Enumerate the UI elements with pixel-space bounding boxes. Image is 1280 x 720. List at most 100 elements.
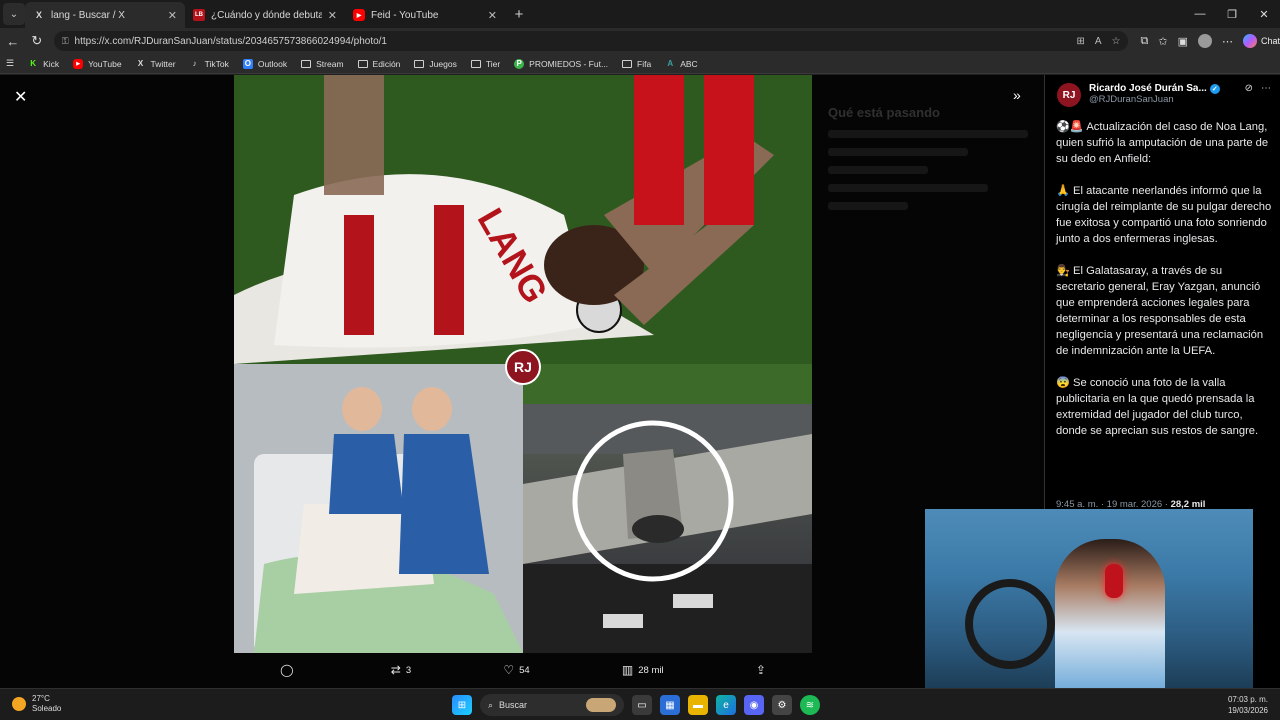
favorite-star-icon[interactable]: ☆ bbox=[1112, 36, 1121, 47]
x-logo-icon: X bbox=[35, 10, 42, 20]
webcam-overlay bbox=[925, 509, 1253, 694]
tab-title: lang - Buscar / X bbox=[51, 9, 125, 21]
x-logo-icon: X bbox=[137, 59, 144, 68]
photo-hospital bbox=[234, 364, 523, 653]
tab-title: ¿Cuándo y dónde debutaría River bbox=[211, 9, 322, 21]
tweet-paragraph: ⚽🚨 Actualización del caso de Noa Lang, q… bbox=[1056, 121, 1269, 165]
minimize-icon[interactable]: — bbox=[1184, 0, 1216, 28]
tab-title: Feid - YouTube bbox=[371, 9, 439, 21]
views-button[interactable]: ▥ 28 mil bbox=[622, 663, 664, 677]
favorites-icon[interactable]: ✩ bbox=[1158, 35, 1167, 48]
view-count: 28 mil bbox=[638, 664, 664, 676]
tweet-photo[interactable]: LANG RJ bbox=[234, 75, 812, 653]
bookmark-folder-stream[interactable]: Stream bbox=[301, 59, 344, 69]
close-window-icon[interactable]: ✕ bbox=[1248, 0, 1280, 28]
retweet-button[interactable]: ⇄ 3 bbox=[391, 663, 411, 677]
author-name[interactable]: Ricardo José Durán Sa... bbox=[1089, 83, 1207, 94]
youtube-icon: ▶ bbox=[353, 9, 365, 21]
bookmark-outlook[interactable]: O Outlook bbox=[242, 58, 287, 69]
bookmark-label: Tier bbox=[485, 58, 501, 69]
bookmark-label: Kick bbox=[43, 58, 60, 69]
more-options-icon[interactable]: ⋯ bbox=[1222, 35, 1233, 48]
bookmark-kick[interactable]: K Kick bbox=[28, 59, 59, 69]
discord-icon[interactable]: ◉ bbox=[744, 695, 764, 715]
author-handle[interactable]: @RJDuranSanJuan bbox=[1089, 94, 1237, 105]
search-placeholder: Buscar bbox=[499, 700, 528, 710]
headset-light bbox=[1105, 564, 1123, 598]
steam-icon[interactable]: ⚙ bbox=[772, 695, 792, 715]
extensions-icon[interactable]: ⧉ bbox=[1140, 35, 1148, 48]
bookmark-twitter[interactable]: X Twitter bbox=[136, 59, 176, 69]
share-button[interactable]: ⇪ bbox=[756, 663, 766, 677]
site-info-icon[interactable]: ⚿ bbox=[62, 36, 69, 47]
edge-browser-icon[interactable]: e bbox=[716, 695, 736, 715]
more-options-icon[interactable]: ⋯ bbox=[1261, 83, 1271, 107]
bookmarks-bar: ☰ K Kick ▶ YouTube X Twitter ♪ TikTok O Outlo… bbox=[0, 54, 1280, 74]
like-button[interactable]: ♡ 54 bbox=[503, 663, 529, 677]
grok-icon[interactable]: ⊘ bbox=[1245, 83, 1253, 107]
url-text[interactable]: https://x.com/RJDuranSanJuan/status/2034… bbox=[75, 36, 1067, 47]
bookmark-folder-fifa[interactable]: Fifa bbox=[622, 59, 651, 69]
bookmark-youtube[interactable]: ▶ YouTube bbox=[73, 58, 122, 69]
hospital-illustration bbox=[234, 364, 523, 653]
close-tab-icon[interactable]: ✕ bbox=[328, 9, 337, 22]
author-avatar[interactable]: RJ bbox=[1057, 83, 1081, 107]
collapse-sidebar-icon[interactable]: » bbox=[1013, 87, 1021, 103]
windows-start-icon[interactable]: ⊞ bbox=[452, 695, 472, 715]
tweet-paragraph: 🙏 El atacante neerlandés informó que la … bbox=[1056, 185, 1272, 245]
trends-heading: Qué está pasando bbox=[828, 105, 940, 120]
player-illustration: LANG bbox=[234, 75, 812, 364]
photo-player-on-pitch: LANG bbox=[234, 75, 812, 364]
copilot-icon bbox=[1242, 34, 1257, 48]
read-aloud-icon[interactable]: A bbox=[1095, 36, 1102, 47]
clock-date: 19/03/2026 bbox=[1227, 706, 1268, 715]
close-photo-icon[interactable]: ✕ bbox=[14, 87, 27, 107]
verified-badge-icon: ✓ bbox=[1209, 83, 1220, 94]
tab-x-search[interactable]: X lang - Buscar / X ✕ bbox=[25, 2, 185, 28]
profile-avatar[interactable] bbox=[1197, 34, 1212, 48]
store-icon[interactable]: ▦ bbox=[660, 695, 680, 715]
bookmark-label: YouTube bbox=[88, 58, 122, 69]
bookmarks-menu-icon[interactable]: ☰ bbox=[6, 58, 14, 69]
back-icon[interactable]: ← bbox=[2, 34, 24, 49]
address-bar[interactable]: ⚿ https://x.com/RJDuranSanJuan/status/20… bbox=[53, 31, 1129, 51]
address-bar-row: ← ↻ ⚿ https://x.com/RJDuranSanJuan/statu… bbox=[0, 28, 1280, 54]
tab-youtube[interactable]: ▶ Feid - YouTube ✕ bbox=[345, 2, 505, 28]
file-explorer-icon[interactable]: ▬ bbox=[688, 695, 708, 715]
windows-taskbar: 27°C Soleado ⊞ ⌕ Buscar ▭ ▦ ▬ e ◉ ⚙ ≋ 07… bbox=[0, 688, 1280, 720]
streamer bbox=[1055, 539, 1165, 694]
copilot-button[interactable]: Chat bbox=[1242, 34, 1280, 48]
bookmark-promiedos[interactable]: P PROMIEDOS - Fut... bbox=[514, 58, 608, 69]
weather-widget[interactable]: 27°C Soleado bbox=[12, 694, 61, 714]
sunny-icon bbox=[12, 697, 26, 711]
tiktok-icon: ♪ bbox=[192, 59, 197, 68]
bookmark-label: Juegos bbox=[429, 58, 457, 69]
tab-strip: ⌄ X lang - Buscar / X ✕ LB ¿Cuándo y dón… bbox=[0, 0, 1280, 28]
tab-actions-menu-button[interactable]: ⌄ bbox=[3, 3, 25, 25]
reply-button[interactable]: ◯ bbox=[280, 663, 298, 677]
refresh-icon[interactable]: ↻ bbox=[26, 33, 48, 49]
folder-icon bbox=[414, 59, 425, 68]
close-tab-icon[interactable]: ✕ bbox=[168, 9, 177, 22]
task-view-icon[interactable]: ▭ bbox=[632, 695, 652, 715]
bookmark-folder-tier[interactable]: Tier bbox=[470, 58, 501, 69]
temperature: 27°C bbox=[32, 694, 50, 703]
steering-wheel bbox=[965, 579, 1055, 669]
taskbar-search[interactable]: ⌕ Buscar bbox=[480, 694, 624, 716]
share-icon: ⇪ bbox=[755, 663, 766, 677]
system-clock[interactable]: 07:03 p. m. 19/03/2026 bbox=[1228, 694, 1268, 716]
collections-icon[interactable]: ▣ bbox=[1178, 35, 1188, 48]
new-tab-button[interactable]: + bbox=[509, 6, 529, 23]
restore-icon[interactable]: ❐ bbox=[1216, 0, 1248, 28]
bookmark-label: ABC bbox=[680, 58, 698, 69]
bookmark-abc[interactable]: A ABC bbox=[665, 59, 697, 69]
app-available-icon[interactable]: ⊞ bbox=[1076, 36, 1084, 47]
close-tab-icon[interactable]: ✕ bbox=[488, 9, 497, 22]
weather-condition: Soleado bbox=[32, 704, 62, 713]
background-trends-panel: Qué está pasando bbox=[828, 105, 1028, 220]
bookmark-folder-juegos[interactable]: Juegos bbox=[414, 58, 457, 69]
spotify-icon[interactable]: ≋ bbox=[800, 695, 820, 715]
tab-river[interactable]: LB ¿Cuándo y dónde debutaría River ✕ bbox=[185, 2, 345, 28]
bookmark-folder-edicion[interactable]: Edición bbox=[357, 59, 400, 69]
bookmark-tiktok[interactable]: ♪ TikTok bbox=[190, 59, 229, 69]
